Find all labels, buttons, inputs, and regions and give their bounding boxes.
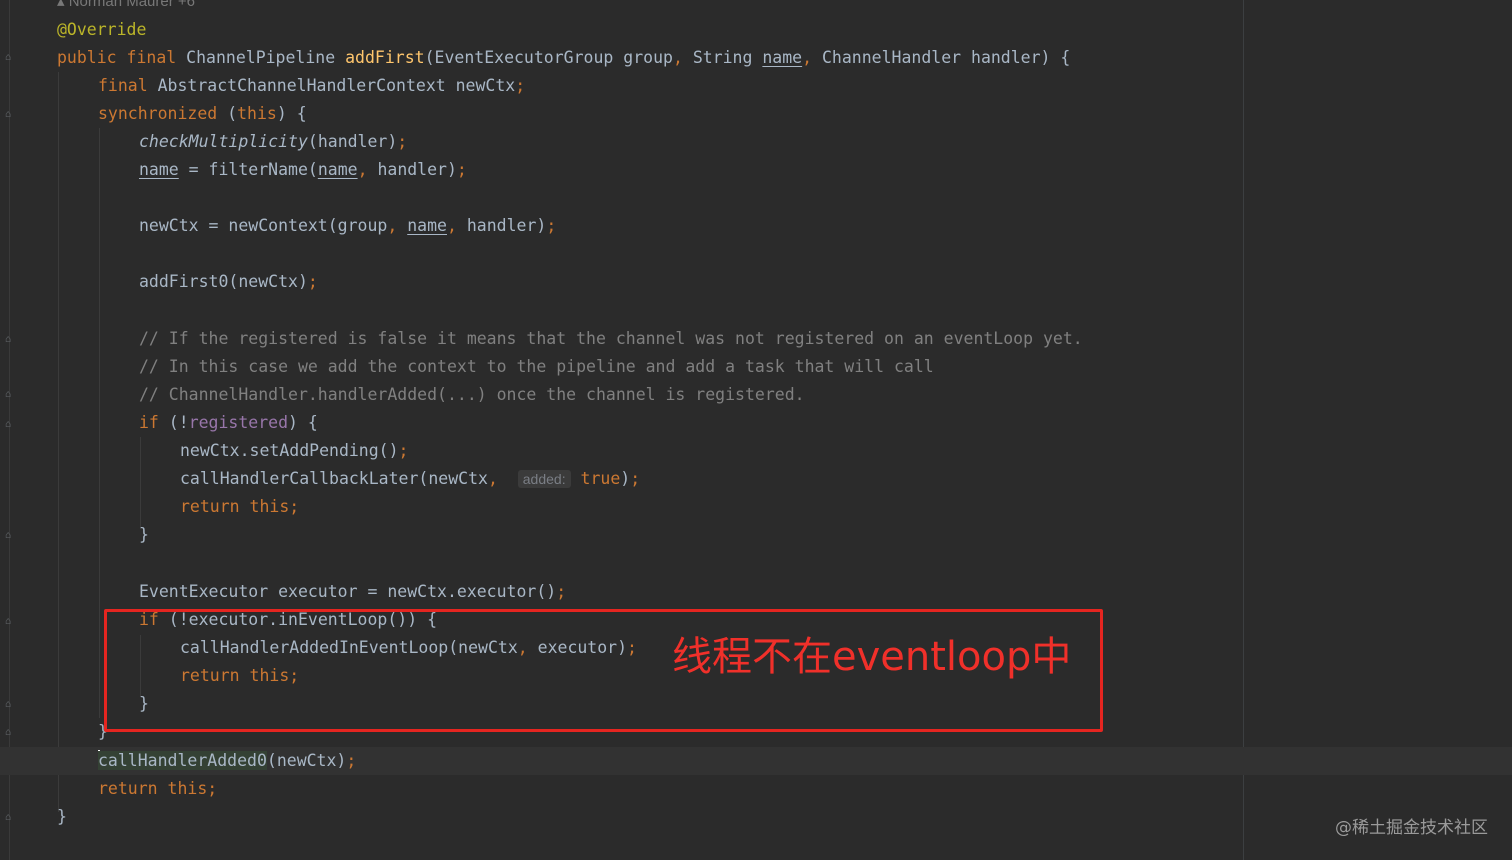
code-line: callHandlerCallbackLater(newCtx, added: … <box>180 469 641 488</box>
parameter-hint: added: <box>517 470 571 488</box>
fold-marker-icon[interactable]: ⌂ <box>3 53 13 63</box>
indent-guide <box>99 128 100 718</box>
right-margin-guide <box>1243 0 1244 860</box>
code-line: return this; <box>98 779 218 798</box>
code-line: } <box>57 807 67 826</box>
code-line: if (!registered) { <box>139 413 318 432</box>
code-line: } <box>139 525 149 544</box>
code-line: return this; <box>180 497 300 516</box>
code-line: synchronized (this) { <box>98 104 307 123</box>
fold-marker-icon[interactable]: ⌂ <box>3 728 13 738</box>
fold-marker-icon[interactable]: ⌂ <box>3 617 13 627</box>
code-line: public final ChannelPipeline addFirst(Ev… <box>57 48 1071 67</box>
code-line: newCtx.setAddPending(); <box>180 441 409 460</box>
annotation-label: 线程不在eventloop中 <box>672 634 1072 680</box>
code-line: final AbstractChannelHandlerContext newC… <box>98 76 526 95</box>
code-line: checkMultiplicity(handler); <box>139 132 408 151</box>
code-line: name = filterName(name, handler); <box>139 160 467 179</box>
code-comment: // In this case we add the context to th… <box>139 357 934 376</box>
code-author-hint[interactable]: ▴ Norman Maurer +6 <box>57 0 195 12</box>
code-comment: // If the registered is false it means t… <box>139 329 1083 348</box>
indent-guide <box>58 72 59 812</box>
fold-marker-icon[interactable]: ⌂ <box>3 335 13 345</box>
current-code-line[interactable]: callHandlerAdded0(newCtx); <box>0 747 1512 775</box>
fold-marker-icon[interactable]: ⌂ <box>3 813 13 823</box>
code-line: addFirst0(newCtx); <box>139 272 318 291</box>
watermark: @稀土掘金技术社区 <box>1335 818 1488 838</box>
person-icon: ▴ <box>57 0 69 10</box>
fold-marker-icon[interactable]: ⌂ <box>3 110 13 120</box>
code-line: newCtx = newContext(group, name, handler… <box>139 216 557 235</box>
code-line: @Override <box>57 20 147 39</box>
code-line: EventExecutor executor = newCtx.executor… <box>139 582 567 601</box>
fold-marker-icon[interactable]: ⌂ <box>3 700 13 710</box>
fold-marker-icon[interactable]: ⌂ <box>3 390 13 400</box>
fold-marker-icon[interactable]: ⌂ <box>3 420 13 430</box>
fold-marker-icon[interactable]: ⌂ <box>3 531 13 541</box>
code-comment: // ChannelHandler.handlerAdded(...) once… <box>139 385 805 404</box>
indent-guide <box>140 437 141 529</box>
